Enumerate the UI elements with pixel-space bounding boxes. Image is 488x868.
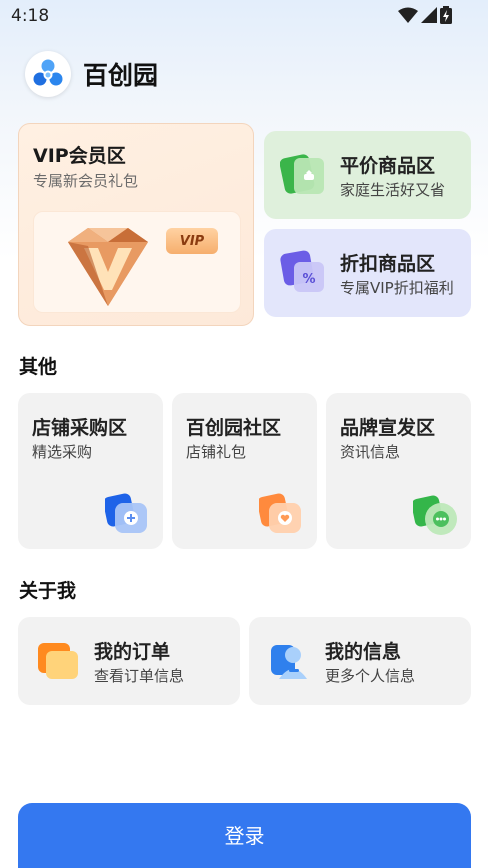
vip-badge: VIP [166,228,218,254]
diamond-icon [68,228,148,306]
plus-card-icon [105,493,147,533]
login-button[interactable]: 登录 [18,803,471,868]
status-time: 4:18 [11,6,50,26]
store-purchase-tile[interactable]: 店铺采购区 精选采购 [18,393,163,549]
discount-percent-icon: % [280,250,324,292]
tile-title: 店铺采购区 [32,417,128,439]
about-me-heading: 关于我 [19,580,77,602]
tile-subtitle: 精选采购 [32,443,93,461]
about-card-title: 我的信息 [325,641,402,663]
status-icons [398,6,452,24]
tile-subtitle: 资讯信息 [340,443,401,461]
promo-subtitle: 家庭生活好又省 [340,181,446,199]
other-section-heading: 其他 [19,356,58,378]
vip-card-subtitle: 专属新会员礼包 [33,172,139,190]
vip-member-card[interactable]: VIP会员区 专属新会员礼包 VIP [18,123,254,326]
battery-charging-icon [440,6,452,24]
vip-card-title: VIP会员区 [33,145,126,167]
tile-subtitle: 店铺礼包 [186,443,247,461]
tile-title: 百创园社区 [186,417,282,439]
tile-title: 品牌宣发区 [340,417,436,439]
about-card-subtitle: 更多个人信息 [325,667,416,685]
brand-promotion-tile[interactable]: 品牌宣发区 资讯信息 [326,393,471,549]
promo-title: 平价商品区 [340,155,436,177]
orders-icon [38,643,78,679]
shopping-tag-icon [280,154,324,194]
community-tile[interactable]: 百创园社区 店铺礼包 [172,393,317,549]
vip-illustration: VIP [33,211,241,313]
about-card-subtitle: 查看订单信息 [94,667,185,685]
chat-bubble-icon [413,495,457,535]
cell-signal-icon [421,7,437,23]
promo-subtitle: 专属VIP折扣福利 [340,279,454,297]
svg-text:%: % [302,272,315,287]
baichuangyuan-logo [25,51,71,97]
app-title: 百创园 [83,61,159,90]
my-orders-card[interactable]: 我的订单 查看订单信息 [18,617,240,705]
wifi-icon [398,7,418,23]
heart-card-icon [259,493,301,533]
my-info-card[interactable]: 我的信息 更多个人信息 [249,617,471,705]
promo-title: 折扣商品区 [340,253,436,275]
app-header: 百创园 [25,51,158,97]
about-card-title: 我的订单 [94,641,171,663]
user-profile-icon [271,645,307,679]
discount-goods-card[interactable]: % 折扣商品区 专属VIP折扣福利 [264,229,471,317]
status-bar: 4:18 [0,0,488,34]
affordable-goods-card[interactable]: 平价商品区 家庭生活好又省 [264,131,471,219]
